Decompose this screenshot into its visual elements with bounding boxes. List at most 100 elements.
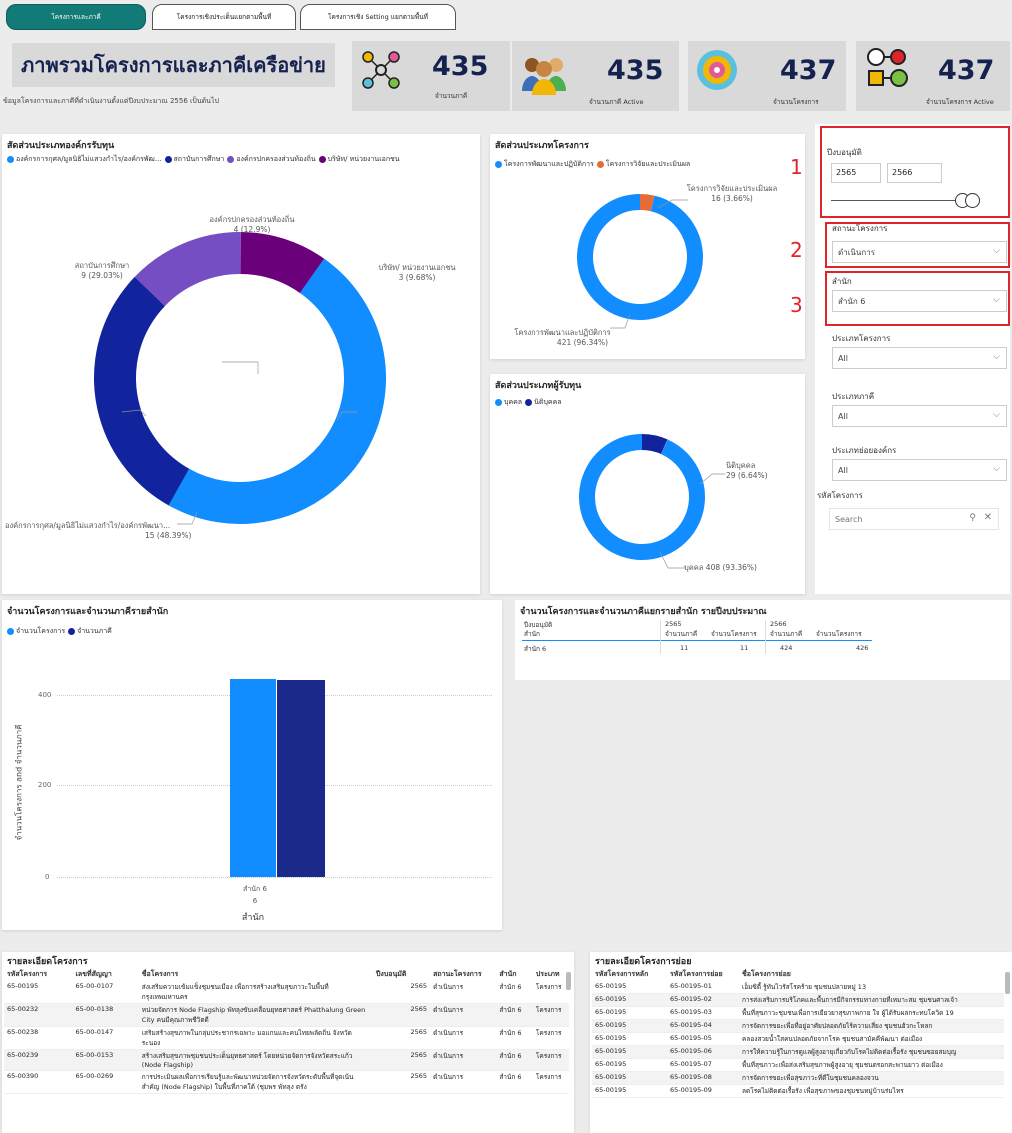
bar-chart-xlabel: สำนัก bbox=[241, 913, 265, 923]
table-row[interactable]: 65-00195 65-00195-04 การจัดการขยะเพื่อที่อ… bbox=[592, 1019, 1004, 1033]
bar-chart-card: จำนวนโครงการและจำนวนภาคีรายสำนัก จำนวนโค… bbox=[2, 600, 502, 930]
table-row[interactable]: 65-00195 65-00195-03 พื้นที่สุขภาวะชุมชนเพ… bbox=[592, 1006, 1004, 1020]
kpi-card-partners: 435 จำนวนภาคี bbox=[352, 41, 510, 111]
tab-projects-partners[interactable]: โครงการและภาคี bbox=[6, 4, 146, 30]
table-row[interactable]: 65-00195 65-00195-07 พื้นที่สุขภาวะเพื่อส่… bbox=[592, 1058, 1004, 1072]
table-cell: 65-00195 bbox=[592, 1045, 667, 1059]
partner-type-dropdown-value: All bbox=[838, 411, 848, 421]
table-cell: 2565 bbox=[372, 981, 431, 1004]
label-name: บุคคล bbox=[684, 563, 704, 572]
table-row[interactable]: 65-00390 65-00-0269 การประเมินผลเพื่อการ… bbox=[4, 1070, 569, 1094]
table-cell: 65-00195 bbox=[592, 1006, 667, 1020]
matrix-divider bbox=[765, 620, 766, 654]
table-cell: สร้างเสริมสุขภาพชุมชนประเด็นยุทธศาสตร์ โ… bbox=[138, 1049, 373, 1071]
donut-slice-development[interactable] bbox=[574, 191, 706, 323]
project-type-dropdown[interactable]: All ⌵ bbox=[832, 347, 1007, 369]
table-cell: เสริมสร้างสุขภาพในกลุ่มประชากรเฉพาะ มอแก… bbox=[138, 1026, 373, 1050]
project-money-icon bbox=[867, 48, 908, 87]
kpi-value-partners: 435 bbox=[432, 51, 489, 82]
table-cell: 65-00-0107 bbox=[72, 981, 139, 1004]
table-cell: 65-00-0153 bbox=[72, 1049, 139, 1071]
col-header[interactable]: รหัสโครงการหลัก bbox=[592, 968, 667, 981]
table-cell: 65-00195 bbox=[592, 1084, 667, 1098]
table-row[interactable]: 65-00239 65-00-0153 สร้างเสริมสุขภาพชุมช… bbox=[4, 1049, 569, 1071]
table-cell: 65-00-0138 bbox=[72, 1003, 139, 1027]
table-row[interactable]: 65-00195 65-00195-06 การให้ความรู้ในการดูแ… bbox=[592, 1045, 1004, 1059]
table-row[interactable]: 65-00195 65-00195-08 การจัดการขยะเพื่อสุขภ… bbox=[592, 1071, 1004, 1085]
col-header[interactable]: สถานะโครงการ bbox=[430, 968, 496, 981]
col-header[interactable]: เลขที่สัญญา bbox=[73, 968, 139, 981]
col-header[interactable]: ปีงบอนุมัติ bbox=[373, 968, 430, 981]
col-header[interactable]: รหัสโครงการย่อย bbox=[667, 968, 739, 981]
filter-code-label: รหัสโครงการ bbox=[817, 491, 863, 500]
donut-recipient-types-card: สัดส่วนประเภทผู้รับทุน บุคคล นิติบุคคล น… bbox=[490, 374, 805, 594]
detail-scrollbar[interactable] bbox=[566, 972, 571, 990]
bar-partners[interactable] bbox=[277, 680, 325, 877]
project-code-search[interactable]: ⚲ ✕ bbox=[829, 508, 999, 530]
legend-item[interactable]: จำนวนโครงการ bbox=[16, 626, 65, 637]
label-name: โครงการพัฒนาและปฏิบัติการ bbox=[514, 328, 611, 337]
donut-recv-label-juristic: นิติบุคคล 29 (6.64%) bbox=[726, 461, 786, 481]
table-row[interactable]: 65-00238 65-00-0147 เสริมสร้างสุขภาพในกล… bbox=[4, 1026, 569, 1050]
annotation-box-2 bbox=[825, 222, 1010, 268]
table-cell: โครงการ bbox=[532, 1070, 569, 1094]
table-cell: 65-00195 bbox=[4, 981, 73, 1004]
col-header[interactable]: สำนัก bbox=[496, 968, 533, 981]
table-cell: การประเมินผลเพื่อการเรียนรู้และพัฒนาหน่ว… bbox=[138, 1070, 373, 1094]
table-cell: 65-00195-03 bbox=[667, 1006, 739, 1020]
tab-projects-by-setting[interactable]: โครงการเชิง Setting แยกตามพื้นที่ bbox=[300, 4, 456, 30]
detail-table: รหัสโครงการ เลขที่สัญญา ชื่อโครงการ ปีงบ… bbox=[4, 968, 569, 1094]
table-cell: การจัดการขยะเพื่อที่อยู่อาศัยปลอดภัยไร้ค… bbox=[739, 1019, 1004, 1033]
header-title-box: ภาพรวมโครงการและภาคีเครือข่าย bbox=[12, 43, 335, 87]
matrix-header-office: สำนัก bbox=[524, 630, 540, 638]
detail-title: รายละเอียดโครงการ bbox=[7, 957, 88, 967]
donut-proj-label-research: โครงการวิจัยและประเมินผล 16 (3.66%) bbox=[672, 184, 792, 204]
matrix-year-2565: 2565 bbox=[665, 620, 682, 628]
label-value: 29 (6.64%) bbox=[726, 471, 768, 480]
table-cell: โครงการ bbox=[532, 1049, 569, 1071]
matrix-divider bbox=[660, 620, 661, 654]
donut-org-label-charity: องค์กรการกุศล/มูลนิธิไม่แสวงกำไร/องค์กรพ… bbox=[5, 521, 215, 541]
matrix-col-partners-2565: จำนวนภาคี bbox=[665, 630, 698, 638]
table-row[interactable]: 65-00195 65-00195-09 ลดโรคไม่ติดต่อเรื้อรั… bbox=[592, 1084, 1004, 1098]
table-row[interactable]: 65-00195 65-00195-01 เอ็มซิตี้ รู้ทันไวรัส… bbox=[592, 981, 1004, 994]
col-header[interactable]: รหัสโครงการ bbox=[4, 968, 73, 981]
gridline bbox=[57, 877, 492, 878]
table-cell: 2565 bbox=[372, 1070, 431, 1094]
table-cell: 65-00195-04 bbox=[667, 1019, 739, 1033]
col-header[interactable]: ชื่อโครงการย่อย bbox=[739, 968, 1004, 981]
bar-projects[interactable] bbox=[230, 679, 276, 877]
table-cell: ดำเนินการ bbox=[430, 1070, 497, 1094]
table-cell: 65-00195 bbox=[592, 1032, 667, 1046]
matrix-col-projects-2566: จำนวนโครงการ bbox=[816, 630, 862, 638]
search-input[interactable] bbox=[835, 514, 945, 524]
donut-proj-label-development: โครงการพัฒนาและปฏิบัติการ 421 (96.34%) bbox=[500, 328, 625, 348]
table-row[interactable]: 65-00195 65-00195-02 การส่งเสริมการบริโภคแ… bbox=[592, 993, 1004, 1007]
sub-org-type-dropdown[interactable]: All ⌵ bbox=[832, 459, 1007, 481]
partner-type-dropdown[interactable]: All ⌵ bbox=[832, 405, 1007, 427]
table-cell: ดำเนินการ bbox=[430, 1049, 497, 1071]
table-row[interactable]: 65-00195 65-00-0107 ส่งเสริมความเข้มแข็ง… bbox=[4, 981, 569, 1004]
matrix-cell: 11 bbox=[680, 644, 689, 652]
project-type-dropdown-value: All bbox=[838, 353, 848, 363]
tab-projects-by-issue[interactable]: โครงการเชิงประเด็นแยกตามพื้นที่ bbox=[152, 4, 296, 30]
subdetail-scrollbar[interactable] bbox=[1005, 972, 1010, 994]
table-cell: 65-00195-09 bbox=[667, 1084, 739, 1098]
table-row[interactable]: 65-00195 65-00195-05 คลองสวยน้ำใสคนปลอดภัย… bbox=[592, 1032, 1004, 1046]
table-cell: 65-00195 bbox=[592, 1019, 667, 1033]
search-icon[interactable]: ⚲ bbox=[969, 513, 976, 523]
col-header[interactable]: ประเภท bbox=[533, 968, 569, 981]
matrix-title: จำนวนโครงการและจำนวนภาคีแยกรายสำนัก รายป… bbox=[520, 607, 767, 617]
table-cell: 65-00195-02 bbox=[667, 993, 739, 1007]
table-cell: สำนัก 6 bbox=[496, 1070, 533, 1094]
donut-recv-label-individual: บุคคล 408 (93.36%) bbox=[684, 563, 764, 573]
label-value: 15 (48.39%) bbox=[145, 531, 192, 540]
people-group-icon bbox=[522, 58, 566, 95]
table-row[interactable]: 65-00232 65-00-0138 หน่วยจัดการ Node Fla… bbox=[4, 1003, 569, 1027]
clear-icon[interactable]: ✕ bbox=[984, 512, 992, 523]
matrix-row-office[interactable]: สำนัก 6 bbox=[524, 644, 546, 654]
col-header[interactable]: ชื่อโครงการ bbox=[139, 968, 373, 981]
x-tick-label: สำนัก 6 6 bbox=[232, 884, 278, 905]
legend-item[interactable]: จำนวนภาคี bbox=[77, 626, 112, 637]
filter-suborg-label: ประเภทย่อยองค์กร bbox=[832, 446, 897, 455]
